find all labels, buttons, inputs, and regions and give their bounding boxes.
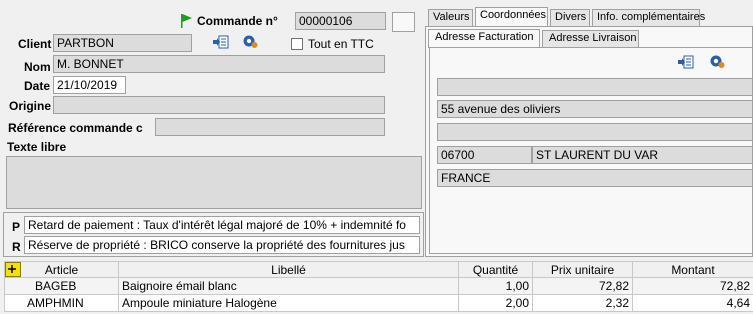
origine-label: Origine [9, 99, 52, 113]
address-line1-field[interactable] [437, 78, 753, 96]
order-lines-table: Article Libellé Quantité Prix unitaire M… [4, 261, 753, 312]
column-header-quantite[interactable]: Quantité [458, 261, 533, 278]
table-header-row: Article Libellé Quantité Prix unitaire M… [4, 261, 753, 278]
table-row[interactable]: AMPHMIN Ampoule miniature Halogène 2,00 … [4, 294, 753, 312]
texte-libre-field[interactable] [6, 156, 422, 209]
column-header-libelle[interactable]: Libellé [118, 261, 459, 278]
cell-montant[interactable]: 4,64 [632, 294, 753, 312]
date-field[interactable]: 21/10/2019 [53, 76, 126, 94]
cell-quantite[interactable]: 1,00 [458, 277, 533, 295]
texte-libre-label: Texte libre [7, 140, 67, 154]
reference-field[interactable] [155, 118, 385, 136]
condition-letter-p: P [12, 220, 21, 234]
order-number-label: Commande n° [197, 14, 278, 28]
ttc-checkbox[interactable] [291, 38, 303, 50]
order-extra-field[interactable] [392, 12, 415, 32]
ttc-label: Tout en TTC [308, 37, 374, 51]
table-row[interactable]: BAGEB Baignoire émail blanc 1,00 72,82 7… [4, 277, 753, 295]
subtab-adresse-facturation[interactable]: Adresse Facturation [428, 29, 540, 48]
column-header-article[interactable]: Article [4, 261, 119, 278]
condition-letter-r: R [12, 240, 21, 254]
nom-field[interactable]: M. BONNET [53, 55, 385, 73]
condition-field-p[interactable]: Retard de paiement : Taux d'intérêt léga… [24, 216, 420, 234]
postcode-field[interactable]: 06700 [437, 146, 532, 164]
cell-montant[interactable]: 72,82 [632, 277, 753, 295]
cell-article[interactable]: AMPHMIN [4, 294, 119, 312]
condition-field-r[interactable]: Réserve de propriété : BRICO conserve la… [24, 236, 420, 254]
address-link-icon[interactable] [677, 54, 695, 70]
client-label: Client [18, 37, 52, 51]
cell-prix-unitaire[interactable]: 2,32 [532, 294, 633, 312]
tab-valeurs[interactable]: Valeurs [428, 9, 473, 26]
address-line2-field[interactable]: 55 avenue des oliviers [437, 100, 753, 118]
date-label: Date [24, 79, 51, 93]
cell-prix-unitaire[interactable]: 72,82 [532, 277, 633, 295]
order-number-field[interactable]: 00000106 [295, 12, 386, 30]
cell-article[interactable]: BAGEB [4, 277, 119, 295]
cell-libelle[interactable]: Ampoule miniature Halogène [118, 294, 459, 312]
subtab-adresse-livraison[interactable]: Adresse Livraison [542, 30, 639, 47]
address-line3-field[interactable] [437, 123, 753, 141]
column-header-montant[interactable]: Montant [632, 261, 753, 278]
nom-label: Nom [24, 60, 51, 74]
flag-icon [181, 14, 192, 28]
link-icon[interactable] [212, 34, 230, 50]
column-header-prix-unitaire[interactable]: Prix unitaire [532, 261, 633, 278]
tab-coordonnees[interactable]: Coordonnées [475, 7, 548, 27]
cell-libelle[interactable]: Baignoire émail blanc [118, 277, 459, 295]
add-row-icon[interactable] [5, 262, 21, 277]
country-field[interactable]: FRANCE [437, 169, 753, 187]
cell-quantite[interactable]: 2,00 [458, 294, 533, 312]
tab-divers[interactable]: Divers [550, 9, 590, 26]
city-field[interactable]: ST LAURENT DU VAR [532, 146, 753, 164]
address-gear-icon[interactable] [708, 53, 726, 69]
tab-info-complementaires[interactable]: Info. complémentaires [592, 9, 705, 26]
origine-field[interactable] [53, 96, 385, 114]
gear-icon[interactable] [241, 33, 259, 49]
reference-label: Référence commande c [8, 121, 143, 135]
client-field[interactable]: PARTBON [53, 34, 192, 52]
